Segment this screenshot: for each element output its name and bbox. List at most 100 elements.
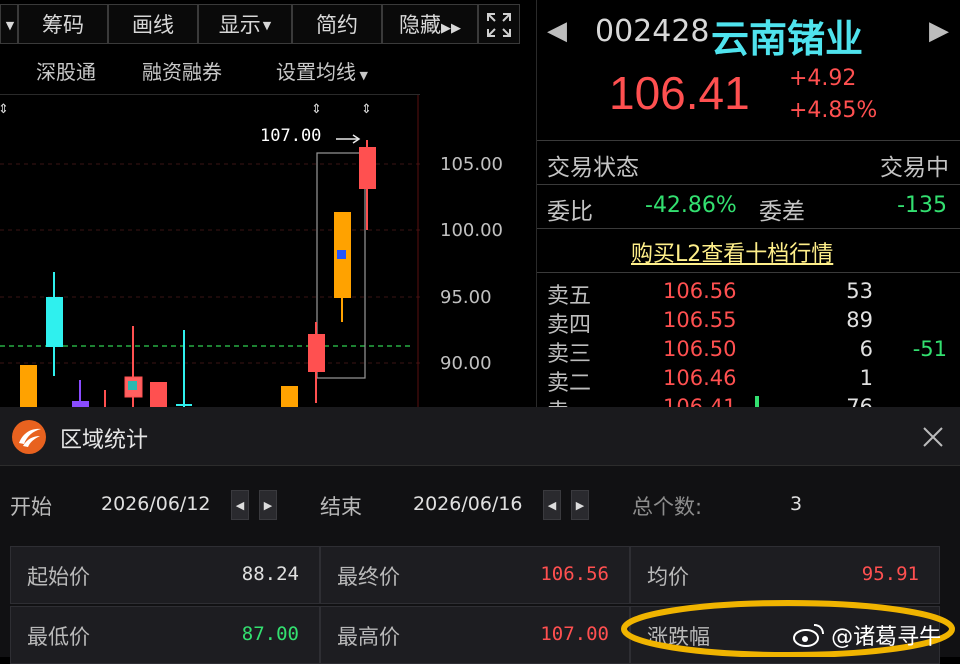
ma-settings-dropdown[interactable]: 设置均线 ▼ bbox=[276, 56, 368, 92]
simple-button[interactable]: 简约 bbox=[292, 4, 382, 44]
fullscreen-button[interactable] bbox=[478, 4, 520, 44]
ask-label: 卖二 bbox=[547, 371, 592, 396]
ask-row: 卖一 106.41 76 bbox=[537, 394, 960, 407]
watermark: @诸葛寻牛 bbox=[792, 619, 941, 651]
price-axis-label: 105.00 bbox=[440, 154, 503, 175]
chevron-down-icon: ▼ bbox=[262, 19, 272, 32]
stock-name: 云南锗业 bbox=[711, 17, 864, 61]
stat-label: 最低价 bbox=[27, 625, 90, 649]
ask-price: 106.50 bbox=[663, 337, 737, 361]
region-stats-dialog: 区域统计 开始 2026/06/12 ◀ ▶ 结束 2026/06/16 ◀ ▶… bbox=[0, 407, 960, 664]
chart-subbar: 深股通 融资融券 设置均线 ▼ bbox=[0, 50, 400, 94]
ask-volume: 76 bbox=[846, 395, 873, 407]
stat-low: 最低价 87.00 bbox=[10, 606, 320, 664]
stat-label: 起始价 bbox=[27, 565, 90, 589]
chart-toolbar: ▼ 筹码 画线 显示 ▼ 简约 隐藏▶▶ bbox=[0, 0, 522, 47]
double-arrow-right-icon: ▶▶ bbox=[441, 21, 461, 36]
drag-marker: ⇕ bbox=[0, 102, 9, 117]
price-axis-label: 90.00 bbox=[440, 353, 492, 374]
ask-volume: 89 bbox=[846, 308, 873, 332]
hide-button[interactable]: 隐藏▶▶ bbox=[382, 4, 478, 44]
price-change-pct: +4.85% bbox=[789, 98, 878, 123]
chips-button[interactable]: 筹码 bbox=[18, 4, 108, 44]
prev-stock-icon[interactable]: ◀ bbox=[547, 16, 567, 46]
ask-price: 106.41 bbox=[663, 395, 737, 407]
start-label: 开始 bbox=[10, 495, 52, 519]
margin-trading-link[interactable]: 融资融券 bbox=[142, 56, 222, 88]
ask-row: 卖二 106.46 1 bbox=[537, 365, 960, 396]
stat-value: 88.24 bbox=[241, 563, 299, 585]
weibi-value: -42.86% bbox=[645, 193, 737, 218]
ask-row: 卖三 106.50 6 -51 bbox=[537, 336, 960, 367]
ask-volume: 1 bbox=[859, 366, 873, 390]
stat-close: 最终价 106.56 bbox=[320, 546, 630, 604]
toolbar-dropdown-caret[interactable]: ▼ bbox=[0, 4, 18, 44]
close-icon[interactable] bbox=[922, 426, 944, 448]
ask-label: 卖一 bbox=[547, 394, 591, 407]
caret-right-icon: ▶ bbox=[575, 499, 585, 512]
ask-price: 106.46 bbox=[663, 366, 737, 390]
draw-line-button[interactable]: 画线 bbox=[108, 4, 198, 44]
divider bbox=[537, 272, 960, 273]
ask-price: 106.55 bbox=[663, 308, 737, 332]
ask-volume: 6 bbox=[859, 337, 873, 361]
start-prev-button[interactable]: ◀ bbox=[231, 490, 249, 520]
ask-row: 卖四 106.55 89 bbox=[537, 307, 960, 338]
stock-code: 002428 bbox=[595, 14, 710, 49]
ask-label: 卖三 bbox=[547, 342, 592, 367]
order-book: 卖五 106.56 53 卖四 106.55 89 卖三 106.50 6 -5… bbox=[537, 278, 960, 407]
shenzhen-connect-link[interactable]: 深股通 bbox=[36, 56, 96, 88]
candle bbox=[150, 382, 167, 407]
stat-value: 95.91 bbox=[861, 563, 919, 585]
watermark-text: @诸葛寻牛 bbox=[831, 625, 942, 650]
start-next-button[interactable]: ▶ bbox=[259, 490, 277, 520]
stat-value: 107.00 bbox=[540, 623, 609, 645]
drag-marker: ⇕ bbox=[311, 102, 322, 117]
quote-panel: ◀ 002428 云南锗业 ▶ 106.41 +4.92 +4.85% 交易状态… bbox=[536, 0, 960, 407]
candle bbox=[20, 365, 37, 407]
stat-value: 87.00 bbox=[241, 623, 299, 645]
dialog-title: 区域统计 bbox=[60, 428, 149, 453]
weicha-value: -135 bbox=[897, 193, 947, 218]
display-label: 显示 bbox=[218, 13, 261, 37]
stat-label: 最终价 bbox=[337, 565, 400, 589]
count-value: 3 bbox=[790, 493, 803, 515]
ask-delta: -51 bbox=[912, 337, 947, 361]
ask-row: 卖五 106.56 53 bbox=[537, 278, 960, 309]
candle bbox=[46, 297, 63, 347]
ma-settings-label: 设置均线 bbox=[276, 60, 356, 84]
display-dropdown[interactable]: 显示 ▼ bbox=[198, 4, 292, 44]
divider bbox=[537, 140, 960, 141]
weibi-label: 委比 bbox=[547, 199, 593, 225]
candle bbox=[359, 147, 376, 189]
ask-label: 卖四 bbox=[547, 313, 592, 338]
app-logo-icon bbox=[12, 420, 46, 454]
price-axis-label: 100.00 bbox=[440, 220, 503, 241]
trading-status-label: 交易状态 bbox=[547, 155, 639, 181]
caret-right-icon: ▶ bbox=[263, 499, 273, 512]
end-next-button[interactable]: ▶ bbox=[571, 490, 589, 520]
l2-upgrade-link[interactable]: 购买L2查看十档行情 bbox=[631, 236, 833, 268]
chevron-down-icon: ▼ bbox=[356, 69, 368, 82]
stat-label: 均价 bbox=[647, 565, 689, 589]
next-stock-icon[interactable]: ▶ bbox=[929, 16, 949, 46]
candle-marker bbox=[337, 250, 346, 259]
stat-label: 最高价 bbox=[337, 625, 400, 649]
ask-volume: 53 bbox=[846, 279, 873, 303]
high-price-marker: 107.00 bbox=[260, 126, 322, 146]
price-change: +4.92 bbox=[789, 66, 857, 91]
stat-open: 起始价 88.24 bbox=[10, 546, 320, 604]
candle bbox=[308, 334, 325, 372]
ask-price: 106.56 bbox=[663, 279, 737, 303]
candle bbox=[281, 386, 298, 407]
end-prev-button[interactable]: ◀ bbox=[543, 490, 561, 520]
candlestick-chart[interactable]: ⇕ ⇕ ⇕ 107.00 105.00 100.00 95.00 90.00 bbox=[0, 95, 530, 407]
count-label: 总个数: bbox=[632, 495, 703, 519]
fullscreen-icon bbox=[487, 13, 511, 37]
dialog-title-bar[interactable]: 区域统计 bbox=[0, 407, 960, 466]
candle-marker bbox=[128, 381, 137, 390]
ask-label: 卖五 bbox=[547, 284, 592, 309]
end-date-field[interactable]: 2026/06/16 bbox=[413, 493, 523, 515]
start-date-field[interactable]: 2026/06/12 bbox=[101, 493, 211, 515]
last-price: 106.41 bbox=[609, 67, 750, 119]
